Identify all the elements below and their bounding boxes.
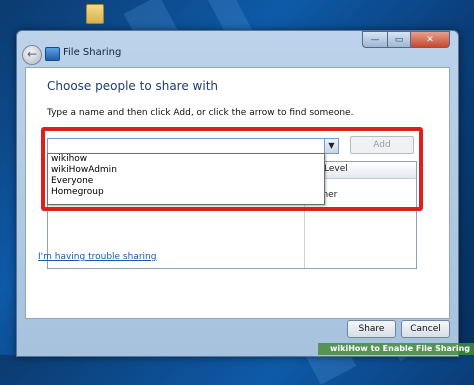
window-title: File Sharing — [63, 47, 122, 58]
share-button[interactable]: Share — [347, 320, 396, 338]
red-highlight-annotation — [41, 127, 423, 211]
back-arrow-icon: ← — [26, 47, 38, 61]
cancel-button[interactable]: Cancel — [401, 320, 450, 338]
back-button[interactable]: ← — [22, 45, 42, 65]
wikihow-watermark: wikiHow to Enable File Sharing — [318, 343, 474, 355]
watermark-text: wikiHow to Enable File Sharing — [330, 344, 471, 353]
close-button[interactable]: ✕ — [411, 31, 450, 48]
minimize-button[interactable]: — — [362, 31, 388, 48]
instruction-text: Type a name and then click Add, or click… — [47, 108, 354, 118]
page-title: Choose people to share with — [47, 79, 219, 93]
title-bar[interactable]: ← File Sharing — ▭ ✕ — [17, 31, 458, 67]
maximize-button[interactable]: ▭ — [388, 31, 411, 48]
trouble-sharing-link[interactable]: I'm having trouble sharing — [38, 252, 156, 262]
window-controls: — ▭ ✕ — [362, 31, 450, 48]
file-sharing-icon — [45, 47, 60, 61]
desktop-folder-icon[interactable] — [86, 4, 104, 24]
file-sharing-window: ← File Sharing — ▭ ✕ Choose people to sh… — [16, 30, 459, 357]
